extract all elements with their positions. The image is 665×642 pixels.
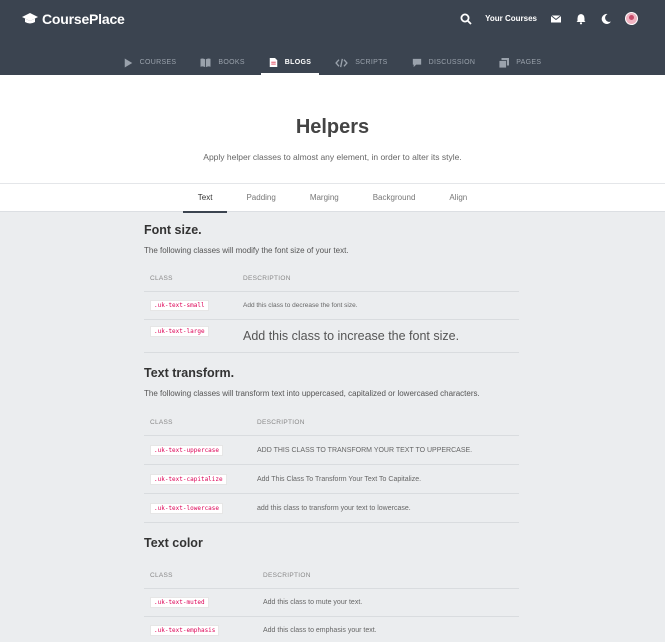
tab-marging[interactable]: Marging [295, 184, 354, 212]
top-header: CoursePlace Your Courses COURSES BOOKS B… [0, 0, 665, 75]
nav-label: SCRIPTS [355, 59, 388, 66]
class-description: Add This Class To Transform Your Text To… [251, 464, 519, 494]
nav-blogs[interactable]: BLOGS [260, 50, 320, 75]
graduation-cap-icon [22, 13, 38, 24]
table-row: .uk-text-emphasis Add this class to emph… [144, 616, 519, 642]
nav-label: DISCUSSION [428, 59, 476, 66]
section-description: The following classes will modify the fo… [144, 246, 349, 255]
class-code: .uk-text-small [150, 299, 209, 311]
pages-icon [499, 57, 510, 68]
nav-label: BOOKS [218, 59, 245, 66]
page-subtitle: Apply helper classes to almost any eleme… [203, 152, 462, 162]
brand-logo[interactable]: CoursePlace [22, 11, 125, 27]
header-actions: Your Courses [447, 12, 638, 25]
chat-icon [412, 58, 421, 67]
text-color-section: Text color CLASS DESCRIPTION .uk-text-mu… [144, 536, 521, 642]
column-header-description: DESCRIPTION [251, 410, 519, 436]
nav-courses[interactable]: COURSES [116, 50, 185, 75]
table-row: .uk-text-capitalize Add This Class To Tr… [144, 464, 519, 494]
nav-label: COURSES [139, 59, 177, 66]
brand-name: CoursePlace [42, 11, 125, 27]
avatar[interactable] [625, 12, 638, 25]
search-icon[interactable] [460, 13, 472, 25]
nav-discussion[interactable]: DISCUSSION [404, 50, 484, 75]
nav-label: PAGES [516, 59, 542, 66]
section-description: The following classes will transform tex… [144, 388, 480, 398]
table-row: .uk-text-large Add this class to increas… [144, 319, 519, 353]
class-description: Add this class to decrease the font size… [237, 291, 519, 320]
page-hero: Helpers Apply helper classes to almost a… [0, 75, 665, 183]
class-code: .uk-text-lowercase [150, 502, 224, 514]
mail-icon[interactable] [550, 13, 562, 25]
class-code: .uk-text-muted [150, 596, 209, 608]
section-title: Font size. [144, 223, 202, 237]
your-courses-link[interactable]: Your Courses [485, 14, 537, 23]
class-code: .uk-text-emphasis [150, 624, 220, 636]
tab-background[interactable]: Background [358, 184, 431, 212]
helper-tabs: Text Padding Marging Background Align [0, 183, 665, 213]
class-description: Add this class to mute your text. [257, 588, 519, 617]
font-size-section: Font size. The following classes will mo… [144, 223, 521, 353]
table-header-row: CLASS DESCRIPTION [144, 410, 519, 436]
tab-padding[interactable]: Padding [231, 184, 290, 212]
code-icon [335, 58, 348, 67]
bell-icon[interactable] [575, 13, 587, 25]
class-description: Add this class to emphasis your text. [257, 616, 519, 642]
class-code: .uk-text-uppercase [150, 444, 224, 456]
table-row: .uk-text-muted Add this class to mute yo… [144, 588, 519, 617]
column-header-description: DESCRIPTION [237, 266, 519, 292]
tab-align[interactable]: Align [434, 184, 482, 212]
table-header-row: CLASS DESCRIPTION [144, 563, 519, 589]
book-icon [200, 58, 211, 67]
page-title: Helpers [295, 116, 370, 138]
table-row: .uk-text-uppercase ADD THIS CLASS TO TRA… [144, 435, 519, 465]
class-description: Add this class to increase the font size… [237, 319, 519, 353]
nav-scripts[interactable]: SCRIPTS [327, 50, 395, 75]
column-header-description: DESCRIPTION [257, 563, 519, 589]
column-header-class: CLASS [144, 563, 257, 589]
column-header-class: CLASS [144, 266, 237, 292]
table-row: .uk-text-small Add this class to decreas… [144, 291, 519, 320]
classes-table: CLASS DESCRIPTION .uk-text-small Add thi… [144, 266, 519, 353]
document-icon [269, 58, 278, 67]
class-description: add this class to transform your text to… [251, 493, 519, 523]
classes-table: CLASS DESCRIPTION .uk-text-muted Add thi… [144, 563, 519, 642]
column-header-class: CLASS [144, 410, 251, 436]
section-title: Text color [144, 536, 203, 550]
moon-icon[interactable] [600, 13, 612, 25]
classes-table: CLASS DESCRIPTION .uk-text-uppercase ADD… [144, 410, 519, 523]
class-description: ADD THIS CLASS TO TRANSFORM YOUR TEXT TO… [251, 435, 519, 465]
tab-text[interactable]: Text [182, 184, 228, 213]
main-nav: COURSES BOOKS BLOGS SCRIPTS DISCUSSION P… [0, 50, 665, 75]
text-transform-section: Text transform. The following classes wi… [144, 365, 521, 523]
section-title: Text transform. [144, 365, 235, 380]
nav-pages[interactable]: PAGES [491, 50, 549, 75]
class-code: .uk-text-large [150, 325, 209, 337]
class-code: .uk-text-capitalize [150, 473, 227, 485]
nav-label: BLOGS [284, 59, 312, 66]
main-content: Font size. The following classes will mo… [144, 212, 521, 642]
nav-books[interactable]: BOOKS [192, 50, 252, 75]
play-icon [124, 58, 132, 67]
table-header-row: CLASS DESCRIPTION [144, 266, 519, 292]
table-row: .uk-text-lowercase add this class to tra… [144, 493, 519, 523]
